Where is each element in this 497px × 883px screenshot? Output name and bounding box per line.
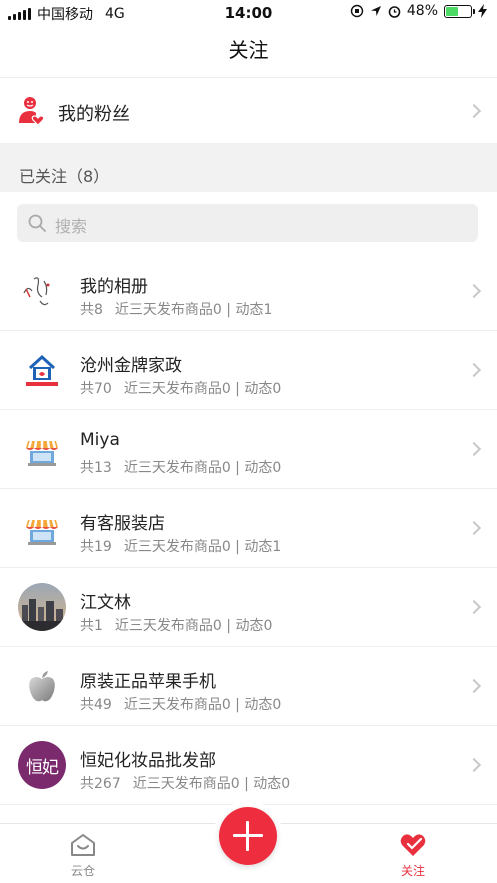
home-icon (71, 834, 95, 856)
chevron-right-icon (466, 441, 482, 457)
apple-logo-icon (18, 662, 66, 710)
item-stats: 近三天发布商品0 | 动态0 (114, 618, 273, 634)
following-section-header: 已关注（8） (0, 143, 497, 192)
sketch-figure-icon (18, 267, 66, 315)
search-input[interactable]: 搜索 (17, 204, 478, 242)
item-meta: 共49 近三天发布商品0 | 动态0 (80, 694, 293, 714)
chevron-right-icon (466, 599, 482, 615)
alarm-icon (388, 5, 401, 18)
search-container: 搜索 (0, 192, 497, 252)
hengfei-logo: 恒妃 (18, 741, 66, 789)
search-placeholder: 搜索 (55, 217, 88, 236)
charging-bolt-icon (478, 4, 487, 18)
item-name: 有客服装店 (80, 514, 165, 534)
item-stats: 近三天发布商品0 | 动态0 (123, 381, 282, 397)
status-right: 48% (350, 3, 487, 19)
item-meta: 共1 近三天发布商品0 | 动态0 (80, 615, 284, 635)
city-photo (18, 583, 66, 631)
item-stats: 近三天发布商品0 | 动态1 (123, 539, 282, 555)
chevron-right-icon (466, 103, 482, 119)
add-button[interactable] (219, 807, 277, 865)
item-stats: 近三天发布商品0 | 动态0 (123, 460, 282, 476)
chevron-right-icon (466, 283, 482, 299)
orientation-lock-icon (350, 4, 364, 18)
following-list: 我的相册 共8 近三天发布商品0 | 动态1 沧州金牌家政 共70 近三天发布商品0… (0, 252, 497, 805)
following-count-title: 已关注（8） (19, 167, 110, 186)
battery-percent: 48% (406, 3, 438, 19)
item-meta: 共19 近三天发布商品0 | 动态1 (80, 536, 293, 556)
battery-icon (444, 4, 475, 18)
store-icon (18, 504, 66, 552)
chevron-right-icon (466, 757, 482, 773)
fans-heart-user-icon (19, 97, 45, 126)
item-meta: 共13 近三天发布商品0 | 动态0 (80, 457, 293, 477)
item-meta: 共8 近三天发布商品0 | 动态1 (80, 299, 284, 319)
list-item[interactable]: 沧州金牌家政 共70 近三天发布商品0 | 动态0 (0, 331, 497, 410)
list-item[interactable]: 原装正品苹果手机 共49 近三天发布商品0 | 动态0 (0, 647, 497, 726)
item-name: 我的相册 (80, 277, 148, 297)
my-fans-row[interactable]: 我的粉丝 (0, 77, 497, 143)
tab-following-label: 关注 (400, 864, 425, 878)
nav-bar: 关注 (0, 26, 497, 76)
item-count: 共70 (80, 381, 112, 397)
item-count: 共1 (80, 618, 103, 634)
tab-cloud-warehouse-label: 云仓 (70, 864, 95, 878)
store-icon (18, 425, 66, 473)
chevron-right-icon (466, 520, 482, 536)
location-icon (370, 6, 381, 16)
item-meta: 共267 近三天发布商品0 | 动态0 (80, 773, 302, 793)
item-name: Miya (80, 430, 120, 450)
item-count: 共8 (80, 302, 103, 318)
item-stats: 近三天发布商品0 | 动态1 (114, 302, 273, 318)
page-title: 关注 (228, 38, 269, 62)
status-bar: 中国移动 4G 14:00 48% (0, 0, 497, 26)
search-icon (28, 214, 46, 232)
list-item[interactable]: Miya 共13 近三天发布商品0 | 动态0 (0, 410, 497, 489)
item-name: 沧州金牌家政 (80, 356, 182, 376)
tab-cloud-warehouse[interactable]: 云仓 (43, 832, 123, 879)
item-name: 江文林 (80, 593, 131, 613)
house-logo-icon (18, 346, 66, 394)
item-stats: 近三天发布商品0 | 动态0 (123, 697, 282, 713)
hengfei-logo-text: 恒妃 (26, 757, 59, 778)
chevron-right-icon (466, 362, 482, 378)
item-meta: 共70 近三天发布商品0 | 动态0 (80, 378, 293, 398)
list-item[interactable]: 恒妃 恒妃化妆品批发部 共267 近三天发布商品0 | 动态0 (0, 726, 497, 805)
heart-check-icon (400, 834, 426, 856)
my-fans-label: 我的粉丝 (58, 104, 130, 125)
chevron-right-icon (466, 678, 482, 694)
list-item[interactable]: 江文林 共1 近三天发布商品0 | 动态0 (0, 568, 497, 647)
item-count: 共49 (80, 697, 112, 713)
item-count: 共19 (80, 539, 112, 555)
list-item[interactable]: 有客服装店 共19 近三天发布商品0 | 动态1 (0, 489, 497, 568)
item-name: 恒妃化妆品批发部 (80, 751, 216, 771)
item-count: 共267 (80, 776, 121, 792)
item-name: 原装正品苹果手机 (80, 672, 216, 692)
item-stats: 近三天发布商品0 | 动态0 (132, 776, 291, 792)
item-count: 共13 (80, 460, 112, 476)
tab-following[interactable]: 关注 (373, 832, 453, 879)
list-item[interactable]: 我的相册 共8 近三天发布商品0 | 动态1 (0, 252, 497, 331)
